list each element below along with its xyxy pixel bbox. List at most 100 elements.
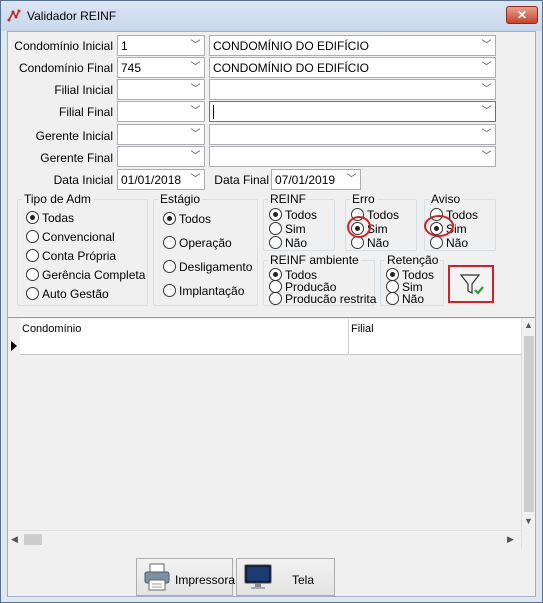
condominio-inicial-code-value: 1 bbox=[121, 39, 128, 53]
tipo-adm-option[interactable]: Auto Gestão bbox=[26, 287, 109, 301]
chevron-down-icon[interactable]: ﹀ bbox=[478, 80, 495, 99]
radio-selected-icon bbox=[163, 212, 176, 225]
retencao-title: Retenção bbox=[385, 253, 441, 267]
chevron-down-icon[interactable]: ﹀ bbox=[187, 80, 204, 99]
chevron-down-icon[interactable]: ﹀ bbox=[478, 102, 495, 121]
radio-icon bbox=[163, 236, 176, 249]
condominio-inicial-label: Condomínio Inicial bbox=[14, 39, 113, 53]
vertical-scroll-thumb[interactable] bbox=[524, 336, 534, 512]
radio-label: Convencional bbox=[42, 230, 115, 244]
close-button[interactable]: ✕ bbox=[506, 6, 538, 24]
condominio-final-name-combo[interactable]: CONDOMÍNIO DO EDIFÍCIO ﹀ bbox=[209, 57, 496, 78]
filial-final-code-combo[interactable]: ﹀ bbox=[117, 101, 205, 122]
gerente-final-name-combo[interactable]: ﹀ bbox=[209, 146, 496, 167]
tipo-adm-option[interactable]: Gerência Completa bbox=[26, 268, 145, 282]
chevron-down-icon[interactable]: ﹀ bbox=[187, 147, 204, 166]
radio-label: Sim bbox=[285, 222, 306, 236]
estagio-group: Estágio Todos Operação Desligamento Impl… bbox=[153, 192, 258, 306]
filial-inicial-name-combo[interactable]: ﹀ bbox=[209, 79, 496, 100]
scroll-up-icon[interactable]: ▲ bbox=[524, 320, 533, 330]
radio-icon bbox=[269, 292, 282, 305]
scroll-right-icon[interactable]: ▶ bbox=[507, 534, 514, 545]
reinf-option[interactable]: Todos bbox=[269, 208, 317, 222]
horizontal-scrollbar[interactable]: ◀ ▶ bbox=[8, 530, 521, 547]
scroll-down-icon[interactable]: ▼ bbox=[524, 516, 533, 526]
chevron-down-icon[interactable]: ﹀ bbox=[187, 102, 204, 121]
impressora-button[interactable]: Impressora bbox=[136, 558, 235, 596]
title-bar: Validador REINF ✕ bbox=[1, 1, 542, 31]
app-icon bbox=[7, 9, 21, 22]
radio-icon bbox=[163, 260, 176, 273]
radio-label: Auto Gestão bbox=[42, 287, 109, 301]
form-area: Condomínio Inicial 1 ﹀ CONDOMÍNIO DO EDI… bbox=[7, 31, 536, 597]
estagio-option[interactable]: Desligamento bbox=[163, 260, 252, 274]
grid-header: Condomínio Filial bbox=[20, 319, 521, 355]
chevron-down-icon[interactable]: ﹀ bbox=[187, 125, 204, 144]
estagio-option[interactable]: Todos bbox=[163, 212, 211, 226]
horizontal-scroll-thumb[interactable] bbox=[24, 534, 42, 545]
current-row-indicator-icon bbox=[11, 341, 17, 351]
chevron-down-icon[interactable]: ﹀ bbox=[478, 147, 495, 166]
chevron-down-icon[interactable]: ﹀ bbox=[187, 36, 204, 55]
estagio-option[interactable]: Operação bbox=[163, 236, 232, 250]
column-header-condominio[interactable]: Condomínio bbox=[22, 323, 81, 335]
radio-label: Desligamento bbox=[179, 260, 253, 274]
filial-inicial-code-combo[interactable]: ﹀ bbox=[117, 79, 205, 100]
gerente-inicial-code-combo[interactable]: ﹀ bbox=[117, 124, 205, 145]
column-separator[interactable] bbox=[348, 319, 349, 355]
tela-label: Tela bbox=[292, 573, 315, 587]
radio-label: Operação bbox=[179, 236, 232, 250]
tipo-adm-option[interactable]: Conta Própria bbox=[26, 249, 116, 263]
tipo-adm-option[interactable]: Convencional bbox=[26, 230, 115, 244]
chevron-down-icon[interactable]: ﹀ bbox=[343, 170, 360, 189]
radio-icon bbox=[26, 230, 39, 243]
radio-label: Todos bbox=[179, 212, 212, 226]
scroll-left-icon[interactable]: ◀ bbox=[11, 534, 18, 545]
condominio-inicial-name-combo[interactable]: CONDOMÍNIO DO EDIFÍCIO ﹀ bbox=[209, 35, 496, 56]
chevron-down-icon[interactable]: ﹀ bbox=[187, 58, 204, 77]
condominio-inicial-code-combo[interactable]: 1 ﹀ bbox=[117, 35, 205, 56]
tela-button[interactable]: Tela bbox=[236, 558, 335, 596]
aviso-title: Aviso bbox=[429, 192, 463, 206]
chevron-down-icon[interactable]: ﹀ bbox=[187, 170, 204, 189]
estagio-option[interactable]: Implantação bbox=[163, 284, 244, 298]
chevron-down-icon[interactable]: ﹀ bbox=[478, 125, 495, 144]
data-inicial-picker[interactable]: 01/01/2018 ﹀ bbox=[117, 169, 205, 190]
radio-icon bbox=[163, 284, 176, 297]
filial-final-name-combo[interactable]: ﹀ bbox=[209, 101, 496, 122]
tipo-adm-group: Tipo de Adm Todas Convencional Conta Pró… bbox=[17, 192, 148, 306]
condominio-final-label: Condomínio Final bbox=[18, 61, 113, 75]
gerente-final-code-combo[interactable]: ﹀ bbox=[117, 146, 205, 167]
reinf-option[interactable]: Não bbox=[269, 236, 307, 250]
vertical-scrollbar[interactable]: ▲ ▼ bbox=[521, 318, 535, 548]
tipo-adm-option[interactable]: Todas bbox=[26, 211, 74, 225]
erro-option[interactable]: Não bbox=[351, 236, 389, 250]
monitor-icon bbox=[244, 564, 272, 589]
reinf-title: REINF bbox=[268, 192, 308, 206]
radio-selected-icon bbox=[269, 208, 282, 221]
reinf-option[interactable]: Sim bbox=[269, 222, 306, 236]
reinf-ambiente-group: REINF ambiente Todos Producão Producão r… bbox=[263, 253, 376, 306]
data-final-picker[interactable]: 07/01/2019 ﹀ bbox=[271, 169, 361, 190]
radio-label: Todos bbox=[285, 208, 318, 222]
gerente-inicial-name-combo[interactable]: ﹀ bbox=[209, 124, 496, 145]
retencao-option[interactable]: Não bbox=[386, 292, 424, 306]
reinf-ambiente-option[interactable]: Producão restrita bbox=[269, 292, 376, 306]
radio-label: Não bbox=[367, 236, 390, 250]
data-final-label: Data Final bbox=[214, 173, 269, 187]
printer-icon bbox=[144, 563, 170, 591]
column-header-filial[interactable]: Filial bbox=[351, 323, 374, 335]
data-inicial-value: 01/01/2018 bbox=[121, 173, 182, 187]
condominio-final-code-combo[interactable]: 745 ﹀ bbox=[117, 57, 205, 78]
erro-title: Erro bbox=[350, 192, 377, 206]
chevron-down-icon[interactable]: ﹀ bbox=[478, 58, 495, 77]
chevron-down-icon[interactable]: ﹀ bbox=[478, 36, 495, 55]
radio-icon bbox=[26, 287, 39, 300]
radio-label: Conta Própria bbox=[42, 249, 117, 263]
radio-icon bbox=[26, 268, 39, 281]
aviso-option[interactable]: Não bbox=[430, 236, 468, 250]
filter-button[interactable] bbox=[448, 265, 494, 303]
radio-label: Todas bbox=[42, 211, 75, 225]
radio-label: Não bbox=[285, 236, 308, 250]
radio-icon bbox=[269, 236, 282, 249]
